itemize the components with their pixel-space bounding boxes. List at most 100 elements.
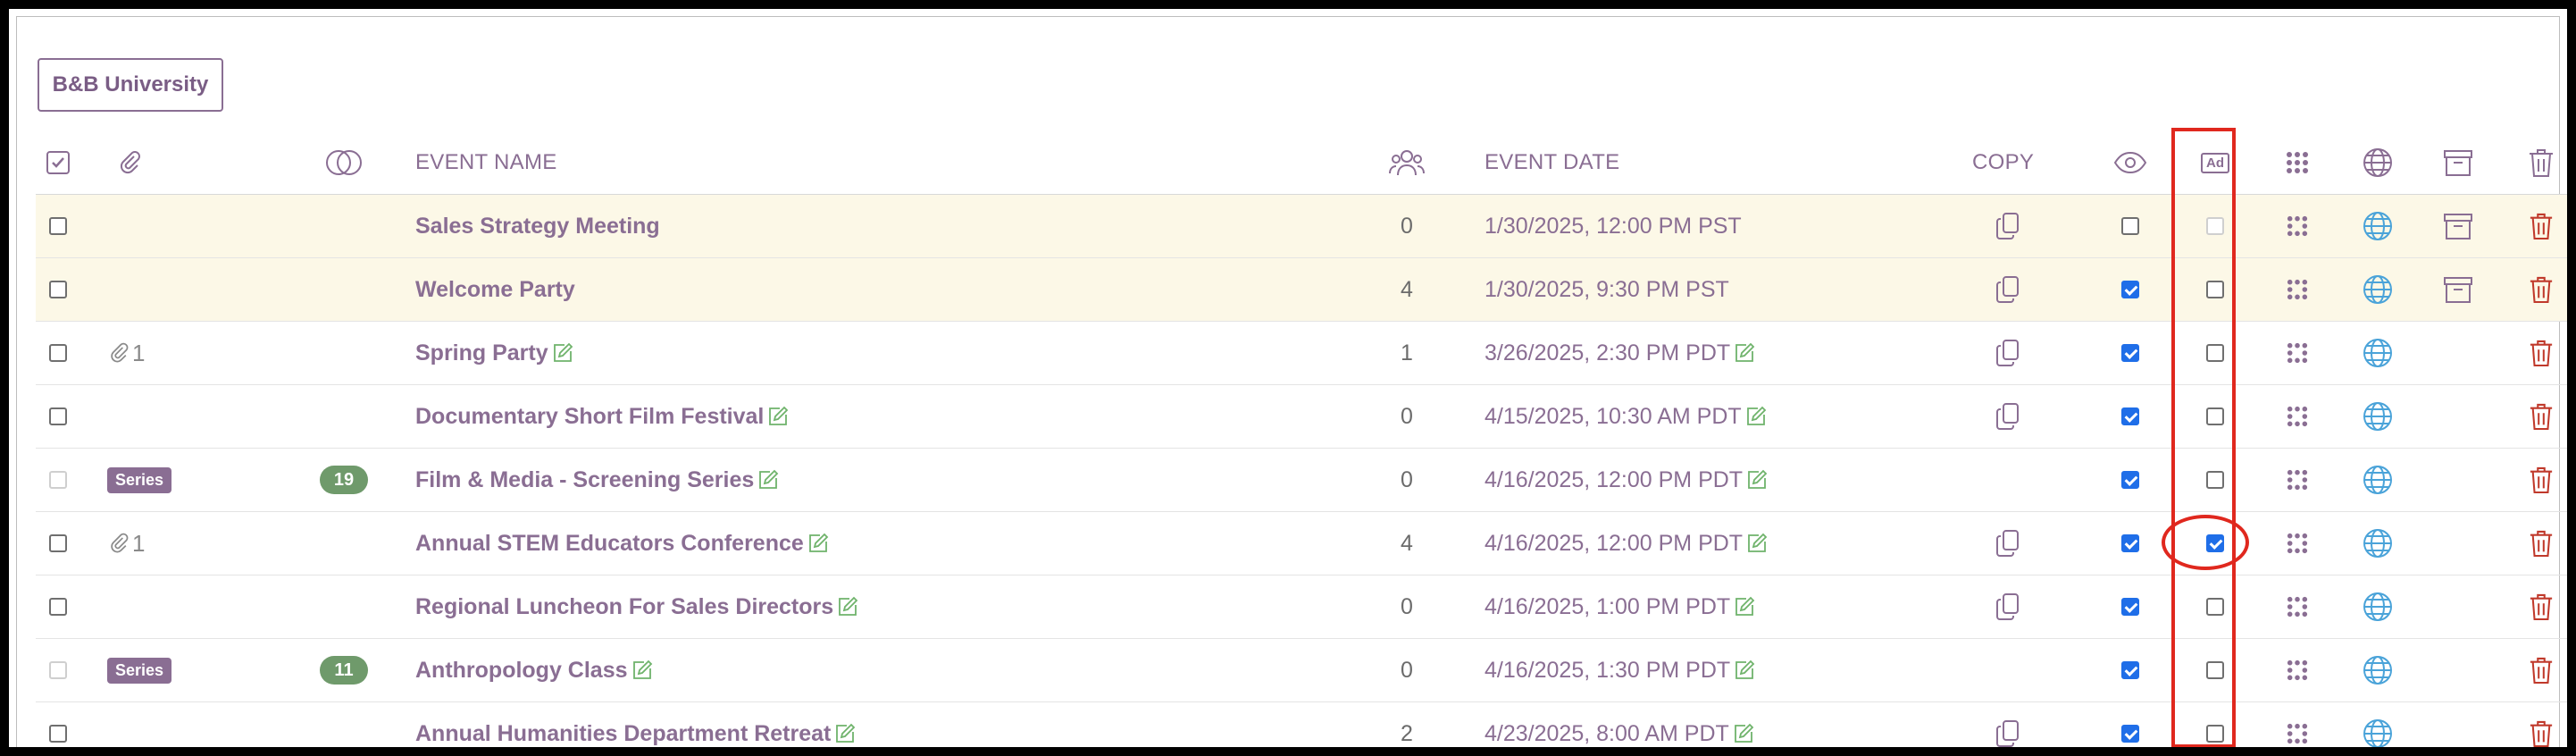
- edit-name-icon[interactable]: [837, 596, 858, 617]
- globe-icon[interactable]: [2360, 702, 2396, 747]
- globe-icon[interactable]: [2360, 322, 2396, 384]
- trash-icon[interactable]: [2523, 575, 2559, 638]
- edit-name-icon[interactable]: [767, 406, 789, 427]
- trash-icon[interactable]: [2523, 195, 2559, 257]
- globe-icon[interactable]: [2360, 449, 2396, 511]
- edit-name-icon[interactable]: [834, 723, 856, 744]
- event-name[interactable]: Anthropology Class: [415, 658, 628, 684]
- visible-checkbox[interactable]: [2108, 258, 2153, 321]
- row-select-checkbox[interactable]: [36, 512, 80, 575]
- select-all-checkbox[interactable]: [36, 131, 80, 194]
- edit-name-icon[interactable]: [757, 469, 779, 491]
- edit-name-icon[interactable]: [631, 659, 653, 681]
- event-name-link[interactable]: Annual STEM Educators Conference: [415, 512, 1219, 575]
- trash-icon[interactable]: [2523, 512, 2559, 575]
- copy-icon[interactable]: [1990, 702, 2026, 747]
- people-icon[interactable]: [1380, 131, 1434, 194]
- globe-icon[interactable]: [2360, 195, 2396, 257]
- event-name[interactable]: Annual Humanities Department Retreat: [415, 721, 831, 747]
- edit-date-icon[interactable]: [1746, 469, 1768, 491]
- edit-date-icon[interactable]: [1745, 406, 1767, 427]
- row-select-checkbox[interactable]: [36, 575, 80, 638]
- row-select-checkbox[interactable]: [36, 258, 80, 321]
- event-name-link[interactable]: Spring Party: [415, 322, 1219, 384]
- globe-icon[interactable]: [2360, 575, 2396, 638]
- trash-icon[interactable]: [2523, 258, 2559, 321]
- row-select-checkbox[interactable]: [36, 385, 80, 448]
- event-date-value: 4/16/2025, 1:30 PM PDT: [1485, 657, 1731, 683]
- visible-checkbox[interactable]: [2108, 575, 2153, 638]
- event-name-link[interactable]: Film & Media - Screening Series: [415, 449, 1219, 511]
- qr-dots-icon[interactable]: [2279, 322, 2315, 384]
- event-name-link[interactable]: Documentary Short Film Festival: [415, 385, 1219, 448]
- event-name-link[interactable]: Regional Luncheon For Sales Directors: [415, 575, 1219, 638]
- qr-dots-icon[interactable]: [2279, 449, 2315, 511]
- event-name[interactable]: Regional Luncheon For Sales Directors: [415, 594, 833, 620]
- series-count-badge[interactable]: 11: [320, 639, 368, 701]
- copy-icon[interactable]: [1990, 258, 2026, 321]
- qr-dots-icon[interactable]: [2279, 512, 2315, 575]
- qr-dots-icon[interactable]: [2279, 702, 2315, 747]
- trash-icon[interactable]: [2523, 639, 2559, 701]
- trash-icon: [2523, 131, 2559, 194]
- visible-checkbox[interactable]: [2108, 385, 2153, 448]
- qr-dots-icon[interactable]: [2279, 258, 2315, 321]
- edit-date-icon[interactable]: [1734, 596, 1755, 617]
- edit-name-icon[interactable]: [807, 533, 829, 554]
- globe-icon[interactable]: [2360, 258, 2396, 321]
- visible-checkbox[interactable]: [2108, 449, 2153, 511]
- trash-icon[interactable]: [2523, 449, 2559, 511]
- event-name[interactable]: Welcome Party: [415, 277, 575, 303]
- organization-button[interactable]: B&B University: [38, 58, 223, 112]
- event-name-header[interactable]: EVENT NAME: [415, 131, 557, 194]
- qr-dots-icon[interactable]: [2279, 385, 2315, 448]
- qr-dots-icon[interactable]: [2279, 575, 2315, 638]
- edit-date-icon[interactable]: [1734, 342, 1755, 364]
- event-name-link[interactable]: Sales Strategy Meeting: [415, 195, 1219, 257]
- event-name-link[interactable]: Anthropology Class: [415, 639, 1219, 701]
- row-select-checkbox[interactable]: [36, 322, 80, 384]
- qr-dots-icon[interactable]: [2279, 639, 2315, 701]
- copy-icon[interactable]: [1990, 385, 2026, 448]
- copy-icon[interactable]: [1990, 575, 2026, 638]
- archive-box-icon[interactable]: [2440, 195, 2476, 257]
- trash-icon[interactable]: [2523, 322, 2559, 384]
- globe-icon[interactable]: [2360, 639, 2396, 701]
- edit-date-icon[interactable]: [1733, 723, 1754, 744]
- trash-icon[interactable]: [2523, 385, 2559, 448]
- visible-checkbox[interactable]: [2108, 195, 2153, 257]
- attachment-count[interactable]: 1: [107, 322, 161, 384]
- row-select-checkbox[interactable]: [36, 195, 80, 257]
- event-date-header[interactable]: EVENT DATE: [1485, 131, 1619, 194]
- event-name[interactable]: Documentary Short Film Festival: [415, 404, 764, 430]
- visible-checkbox[interactable]: [2108, 639, 2153, 701]
- series-count-badge[interactable]: 19: [320, 449, 368, 511]
- copy-icon[interactable]: [1990, 512, 2026, 575]
- copy-icon[interactable]: [1990, 195, 2026, 257]
- event-name-link[interactable]: Welcome Party: [415, 258, 1219, 321]
- trash-icon[interactable]: [2523, 702, 2559, 747]
- row-select-checkbox[interactable]: [36, 702, 80, 747]
- visible-checkbox[interactable]: [2108, 512, 2153, 575]
- event-date: 4/15/2025, 10:30 AM PDT: [1485, 385, 1931, 448]
- visible-checkbox[interactable]: [2108, 322, 2153, 384]
- attendee-count-value: 0: [1401, 657, 1413, 683]
- event-name[interactable]: Film & Media - Screening Series: [415, 467, 754, 493]
- globe-icon[interactable]: [2360, 512, 2396, 575]
- overlap-circles-icon[interactable]: [317, 131, 371, 194]
- visible-checkbox[interactable]: [2108, 702, 2153, 747]
- archive-box-icon[interactable]: [2440, 258, 2476, 321]
- event-name[interactable]: Annual STEM Educators Conference: [415, 531, 804, 557]
- qr-dots-icon[interactable]: [2279, 195, 2315, 257]
- edit-name-icon[interactable]: [552, 342, 573, 364]
- series-label: Series: [107, 657, 172, 684]
- edit-date-icon[interactable]: [1734, 659, 1755, 681]
- copy-icon[interactable]: [1990, 322, 2026, 384]
- event-name[interactable]: Sales Strategy Meeting: [415, 214, 660, 239]
- edit-date-icon[interactable]: [1746, 533, 1768, 554]
- attachment-count[interactable]: 1: [107, 512, 161, 575]
- globe-icon[interactable]: [2360, 385, 2396, 448]
- event-name[interactable]: Spring Party: [415, 340, 548, 366]
- paperclip-icon[interactable]: [107, 131, 152, 194]
- event-name-link[interactable]: Annual Humanities Department Retreat: [415, 702, 1219, 747]
